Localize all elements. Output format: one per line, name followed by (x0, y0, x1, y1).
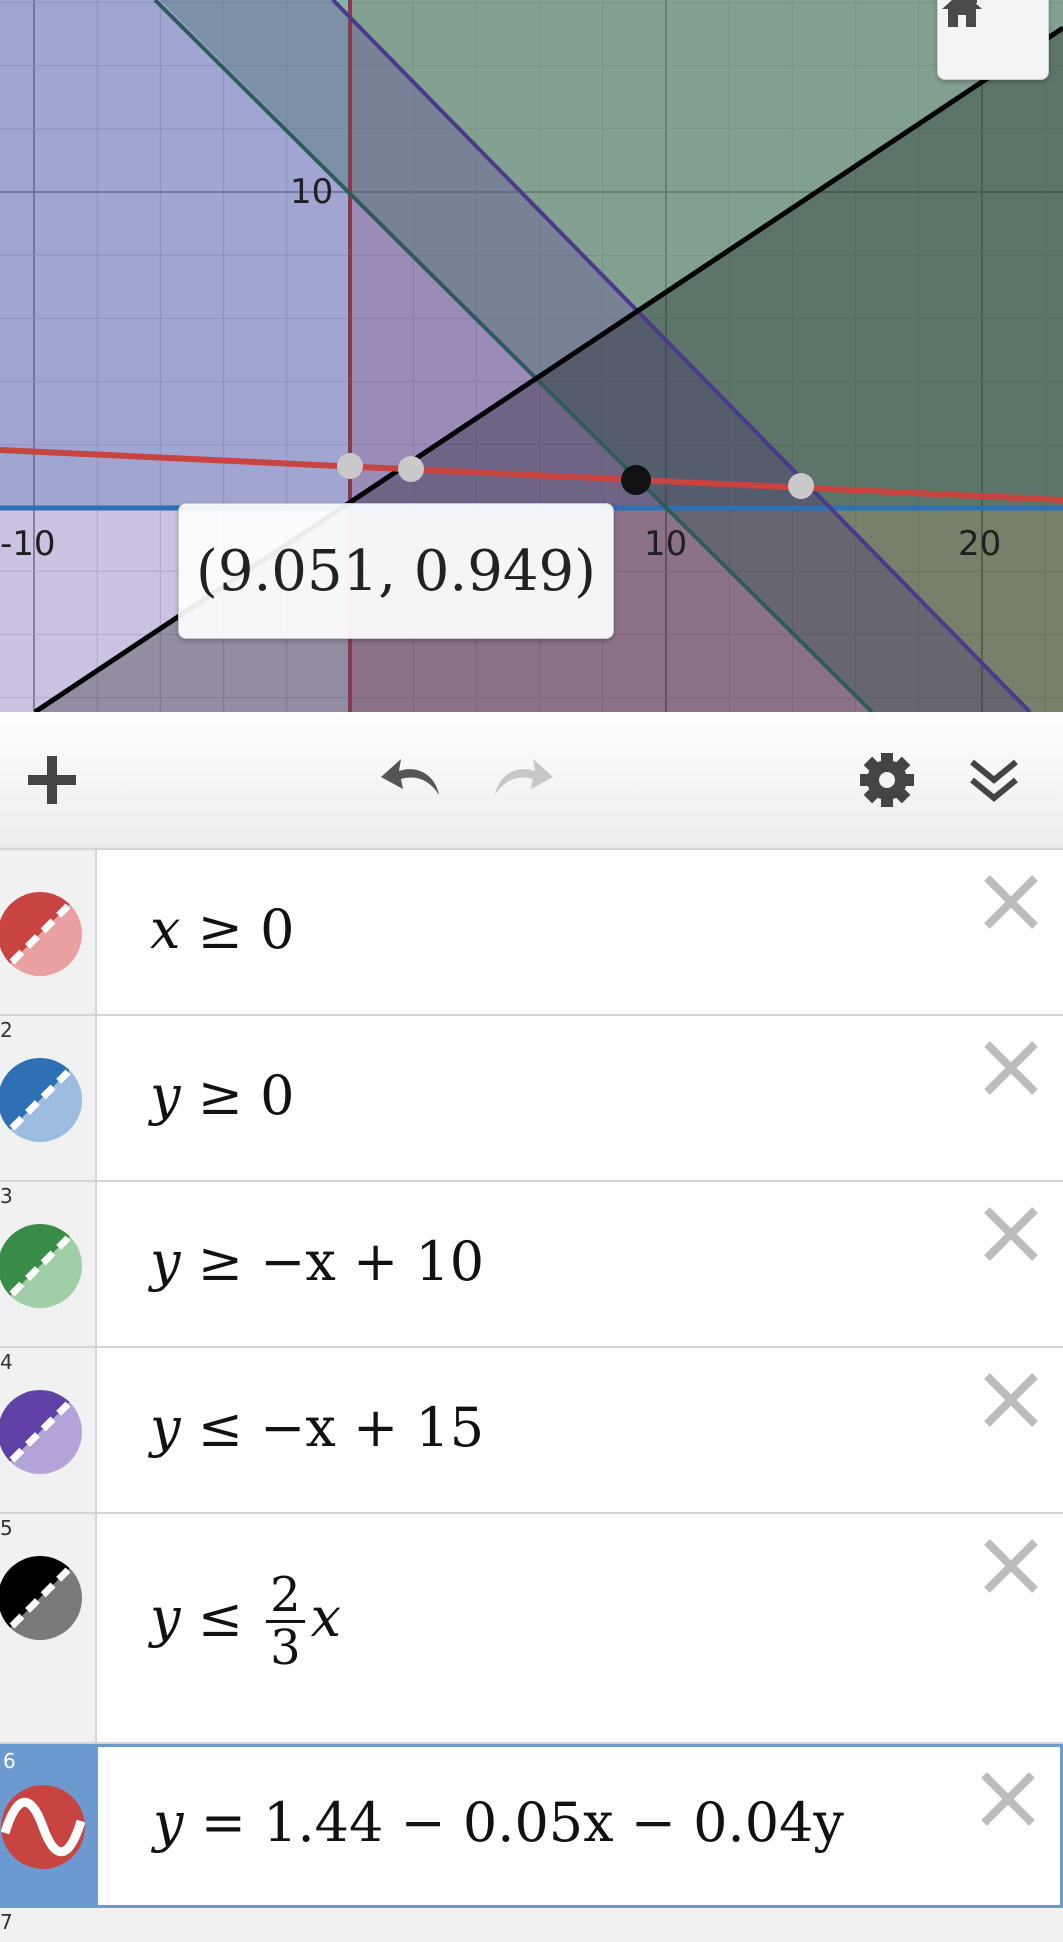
expression-list: x ≥ 0 2 y ≥ 0 3 y ≥ −x + 10 4 y ≤ −x + 1… (0, 850, 1063, 1908)
expression-rhs: −x + 15 (260, 1396, 485, 1459)
inequality-color-icon[interactable] (0, 1556, 82, 1640)
inequality-color-icon[interactable] (0, 1390, 82, 1474)
expression-rhs: x (310, 1585, 342, 1649)
intersection-point[interactable] (788, 473, 814, 499)
fraction: 2 3 (266, 1570, 305, 1674)
add-expression-button[interactable] (20, 750, 84, 814)
expression-row-5[interactable]: 5 y ≤ 2 3 x (0, 1514, 1063, 1744)
expression-rhs: 1.44 − 0.05x − 0.04y (263, 1791, 844, 1854)
expression-operator: ≥ (197, 1064, 243, 1127)
expression-number: 2 (0, 1018, 13, 1042)
expression-math[interactable]: y ≤ −x + 15 (150, 1396, 484, 1459)
expression-math[interactable]: x ≥ 0 (150, 898, 294, 961)
expression-rhs: 0 (260, 1064, 295, 1127)
undo-button[interactable] (380, 750, 444, 814)
expression-math[interactable]: y = 1.44 − 0.05x − 0.04y (153, 1791, 844, 1854)
inequality-color-icon[interactable] (0, 1058, 82, 1142)
undo-icon (379, 755, 445, 809)
graph-canvas[interactable]: -10 10 20 10 (9.051, 0.949) (0, 0, 1063, 712)
close-icon (981, 1207, 1041, 1268)
expression-math[interactable]: y ≥ −x + 10 (150, 1230, 484, 1293)
expression-row-1[interactable]: x ≥ 0 (0, 850, 1063, 1016)
expression-lhs: y (150, 1230, 181, 1293)
expression-number: 5 (0, 1516, 13, 1540)
intersection-point[interactable] (337, 453, 363, 479)
expression-gutter: 2 (0, 1016, 97, 1180)
redo-button[interactable] (490, 750, 554, 814)
expression-math[interactable]: y ≥ 0 (150, 1064, 294, 1127)
double-chevron-down-icon (966, 752, 1022, 812)
expression-lhs: y (150, 1396, 181, 1459)
expression-row-2[interactable]: 2 y ≥ 0 (0, 1016, 1063, 1182)
close-icon (981, 1041, 1041, 1102)
expression-rhs: 0 (260, 898, 295, 961)
x-tick-20: 20 (958, 524, 1002, 564)
close-icon (978, 1772, 1038, 1833)
expression-row-6[interactable]: 6 y = 1.44 − 0.05x − 0.04y (0, 1744, 1063, 1908)
next-expression-row[interactable]: 7 (0, 1908, 1063, 1942)
collapse-list-button[interactable] (962, 750, 1026, 814)
x-tick-neg-10: -10 (0, 524, 56, 564)
expression-row-4[interactable]: 4 y ≤ −x + 15 (0, 1348, 1063, 1514)
expression-number: 6 (3, 1749, 16, 1773)
intersection-point[interactable] (398, 456, 424, 482)
toolbar (0, 712, 1063, 850)
delete-expression-button[interactable] (981, 1536, 1041, 1596)
y-tick-10: 10 (290, 172, 334, 212)
expression-operator: ≤ (197, 1396, 243, 1459)
expression-gutter: 4 (0, 1348, 97, 1512)
redo-icon (489, 755, 555, 809)
expression-lhs: x (150, 898, 181, 961)
delete-expression-button[interactable] (978, 1769, 1038, 1829)
plus-icon (24, 752, 80, 812)
expression-lhs: y (153, 1791, 184, 1854)
delete-expression-button[interactable] (981, 872, 1041, 932)
x-tick-10: 10 (644, 524, 688, 564)
delete-expression-button[interactable] (981, 1204, 1041, 1264)
expression-operator: = (200, 1791, 246, 1854)
expression-number: 7 (0, 1910, 13, 1934)
point-coordinate-label: (9.051, 0.949) (178, 503, 614, 639)
expression-number: 4 (0, 1350, 13, 1374)
expression-gutter: 5 (0, 1514, 97, 1742)
expression-gutter: 3 (0, 1182, 97, 1346)
gear-icon (858, 751, 916, 813)
close-icon (981, 1373, 1041, 1434)
settings-button[interactable] (855, 750, 919, 814)
expression-rhs: −x + 10 (260, 1230, 485, 1293)
expression-math[interactable]: y ≤ 2 3 x (150, 1570, 341, 1674)
home-button[interactable] (937, 0, 1049, 80)
close-icon (981, 1539, 1041, 1600)
expression-gutter (0, 850, 97, 1014)
expression-lhs: y (150, 1064, 181, 1127)
delete-expression-button[interactable] (981, 1038, 1041, 1098)
delete-expression-button[interactable] (981, 1370, 1041, 1430)
point-coordinate-text: (9.051, 0.949) (196, 538, 596, 604)
inequality-color-icon[interactable] (0, 1224, 82, 1308)
fraction-numerator: 2 (266, 1570, 305, 1624)
fraction-denominator: 3 (270, 1620, 301, 1677)
expression-gutter: 6 (1, 1747, 98, 1905)
expression-lhs: y (150, 1585, 181, 1649)
inequality-color-icon[interactable] (0, 892, 82, 976)
expression-number: 3 (0, 1184, 13, 1208)
expression-operator: ≥ (197, 898, 243, 961)
selected-point[interactable] (621, 465, 651, 495)
curve-color-icon[interactable] (1, 1785, 85, 1869)
expression-operator: ≥ (197, 1230, 243, 1293)
close-icon (981, 875, 1041, 936)
expression-operator: ≤ (197, 1585, 243, 1649)
expression-row-3[interactable]: 3 y ≥ −x + 10 (0, 1182, 1063, 1348)
